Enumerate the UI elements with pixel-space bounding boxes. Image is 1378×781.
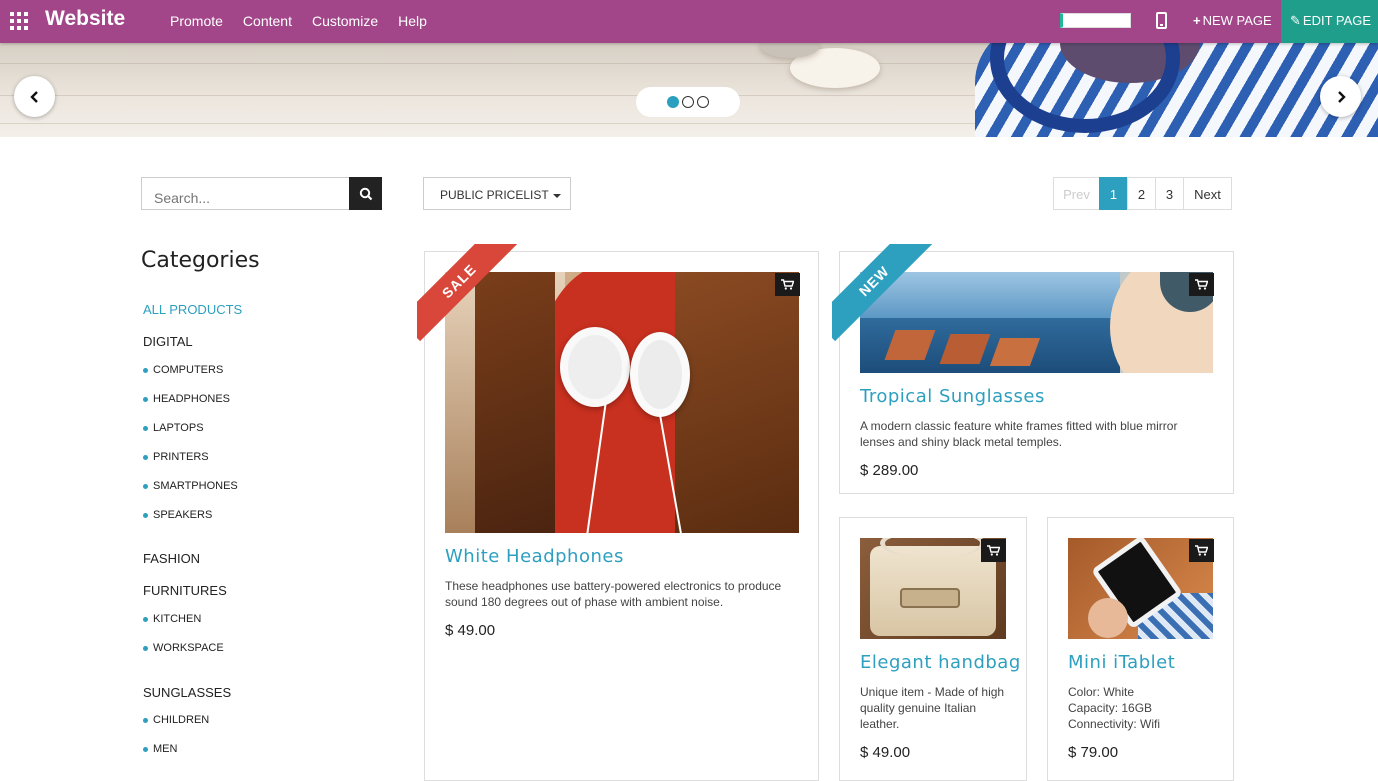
search-icon: [359, 187, 372, 200]
edit-page-label: EDIT PAGE: [1302, 13, 1372, 28]
add-to-cart-button[interactable]: [1189, 273, 1214, 296]
ribbon-label: SALE: [417, 244, 517, 342]
apps-icon[interactable]: [10, 12, 28, 30]
category-men[interactable]: MEN: [143, 743, 177, 755]
product-name[interactable]: White Headphones: [445, 546, 624, 567]
search-button[interactable]: [349, 177, 382, 210]
product-description: Color: White Capacity: 16GB Connectivity…: [1068, 684, 1218, 732]
cart-icon: [1195, 545, 1208, 556]
product-description: Unique item - Made of high quality genui…: [860, 685, 1005, 731]
categories-title: Categories: [141, 248, 260, 273]
product-name[interactable]: Mini iTablet: [1068, 652, 1175, 673]
category-laptops[interactable]: LAPTOPS: [143, 422, 204, 434]
pager-page-1[interactable]: 1: [1099, 177, 1128, 210]
product-price: $ 289.00: [860, 462, 919, 479]
category-children[interactable]: CHILDREN: [143, 714, 209, 726]
pager-next[interactable]: Next: [1183, 177, 1232, 210]
pencil-icon: ✎: [1290, 13, 1301, 28]
menu-promote[interactable]: Promote: [170, 13, 223, 29]
new-page-button[interactable]: + NEW PAGE: [1193, 13, 1272, 28]
category-digital[interactable]: DIGITAL: [143, 334, 193, 349]
pricelist-dropdown[interactable]: PUBLIC PRICELIST: [423, 177, 571, 210]
product-description: A modern classic feature white frames fi…: [860, 419, 1178, 449]
top-navbar: Website Promote Content Customize Help +…: [0, 0, 1378, 43]
spec-capacity: Capacity: 16GB: [1068, 701, 1153, 715]
product-name[interactable]: Elegant handbag: [860, 652, 1021, 673]
pager-page-2[interactable]: 2: [1127, 177, 1156, 210]
carousel-dot-1[interactable]: [667, 96, 679, 108]
carousel-prev-button[interactable]: [14, 76, 55, 117]
cart-icon: [781, 279, 794, 290]
cart-icon: [987, 545, 1000, 556]
hero-carousel: [0, 43, 1378, 137]
carousel-dot-3[interactable]: [697, 96, 709, 108]
product-description: These headphones use battery-powered ele…: [445, 579, 782, 609]
product-price: $ 79.00: [1068, 744, 1119, 761]
new-ribbon: NEW: [832, 244, 932, 344]
category-sunglasses[interactable]: SUNGLASSES: [143, 685, 231, 700]
menu-customize[interactable]: Customize: [312, 13, 378, 29]
carousel-next-button[interactable]: [1320, 76, 1361, 117]
publish-toggle[interactable]: [1060, 13, 1131, 28]
caret-down-icon: [552, 193, 561, 198]
category-smartphones[interactable]: SMARTPHONES: [143, 480, 238, 492]
carousel-indicators: [636, 87, 740, 117]
mobile-icon[interactable]: [1156, 12, 1167, 29]
product-card-mini-itablet[interactable]: Mini iTablet Color: White Capacity: 16GB…: [1047, 517, 1234, 781]
search-input[interactable]: [141, 177, 350, 210]
carousel-dot-2[interactable]: [682, 96, 694, 108]
spec-connectivity: Connectivity: Wifi: [1068, 717, 1161, 731]
add-to-cart-button[interactable]: [775, 273, 800, 296]
pager-page-3[interactable]: 3: [1155, 177, 1184, 210]
new-page-label: NEW PAGE: [1202, 13, 1272, 28]
pricelist-label: PUBLIC PRICELIST: [440, 188, 549, 202]
category-furnitures[interactable]: FURNITURES: [143, 583, 227, 598]
brand-title[interactable]: Website: [45, 7, 125, 31]
pager-prev: Prev: [1053, 177, 1100, 210]
category-computers[interactable]: COMPUTERS: [143, 364, 223, 376]
add-to-cart-button[interactable]: [1189, 539, 1214, 562]
plus-icon: +: [1193, 13, 1201, 28]
product-price: $ 49.00: [860, 744, 911, 761]
category-kitchen[interactable]: KITCHEN: [143, 613, 201, 625]
chevron-right-icon: [1337, 90, 1346, 103]
category-fashion[interactable]: FASHION: [143, 551, 200, 566]
menu-content[interactable]: Content: [243, 13, 292, 29]
category-printers[interactable]: PRINTERS: [143, 451, 209, 463]
edit-page-button[interactable]: ✎ EDIT PAGE: [1281, 0, 1378, 43]
menu-help[interactable]: Help: [398, 13, 427, 29]
cart-icon: [1195, 279, 1208, 290]
ribbon-label: NEW: [832, 244, 932, 342]
product-name[interactable]: Tropical Sunglasses: [860, 386, 1045, 407]
category-all-products[interactable]: ALL PRODUCTS: [143, 302, 242, 317]
pagination: Prev 1 2 3 Next: [1053, 177, 1232, 210]
spec-color: Color: White: [1068, 685, 1135, 699]
chevron-left-icon: [29, 90, 38, 103]
product-card-elegant-handbag[interactable]: Elegant handbag Unique item - Made of hi…: [839, 517, 1027, 781]
category-workspace[interactable]: WORKSPACE: [143, 642, 224, 654]
sale-ribbon: SALE: [417, 244, 517, 344]
top-menu: Promote Content Customize Help: [170, 13, 447, 29]
category-speakers[interactable]: SPEAKERS: [143, 509, 212, 521]
product-price: $ 49.00: [445, 622, 496, 639]
category-headphones[interactable]: HEADPHONES: [143, 393, 230, 405]
add-to-cart-button[interactable]: [981, 539, 1006, 562]
